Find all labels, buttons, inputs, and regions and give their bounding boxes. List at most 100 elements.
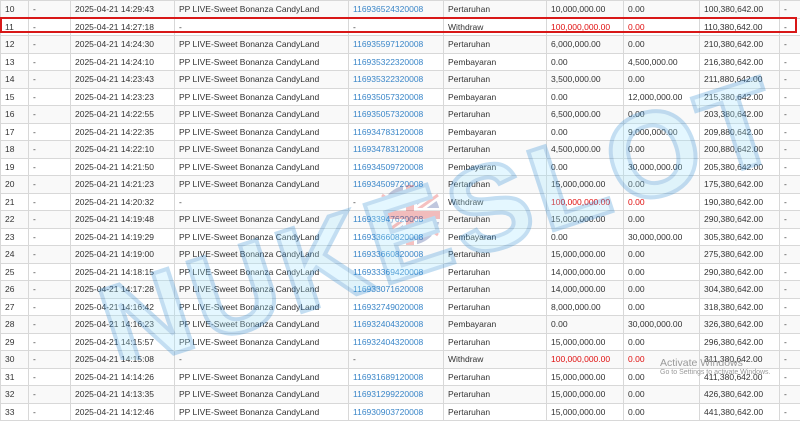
balance-cell: 175,380,642.00 [700, 176, 780, 194]
debit-amount-cell: 0.00 [547, 316, 624, 334]
table-row: 23-2025-04-21 14:19:29PP LIVE-Sweet Bona… [1, 228, 800, 246]
table-row: 27-2025-04-21 14:16:42PP LIVE-Sweet Bona… [1, 298, 800, 316]
transaction-id-link[interactable]: 116935322320008 [353, 74, 423, 84]
row-marker-cell: - [29, 176, 71, 194]
transaction-type-cell: Pertaruhan [444, 298, 547, 316]
transaction-id-link[interactable]: 116933369420008 [353, 267, 423, 277]
debit-amount-cell: 15,000,000.00 [547, 333, 624, 351]
timestamp-cell: 2025-04-21 14:24:10 [71, 53, 175, 71]
row-number-cell: 29 [1, 333, 29, 351]
transaction-id-link[interactable]: 116935597120008 [353, 39, 423, 49]
row-marker-cell: - [29, 316, 71, 334]
transaction-id-link[interactable]: 116934783120008 [353, 144, 423, 154]
balance-cell: 290,380,642.00 [700, 211, 780, 229]
transaction-id-cell: 116931299220008 [349, 386, 444, 404]
row-marker-cell: - [29, 246, 71, 264]
transaction-id-link[interactable]: 116935057320008 [353, 109, 423, 119]
row-marker-cell: - [29, 53, 71, 71]
credit-amount-cell: 9,000,000.00 [624, 123, 700, 141]
debit-amount-cell: 4,500,000.00 [547, 141, 624, 159]
row-marker-cell: - [29, 386, 71, 404]
transaction-id-link[interactable]: 116934783120008 [353, 127, 423, 137]
table-row: 13-2025-04-21 14:24:10PP LIVE-Sweet Bona… [1, 53, 800, 71]
timestamp-cell: 2025-04-21 14:19:48 [71, 211, 175, 229]
row-marker-cell: - [29, 71, 71, 89]
game-name-cell: PP LIVE-Sweet Bonanza CandyLand [175, 141, 349, 159]
transaction-id-cell: 116933947620008 [349, 211, 444, 229]
trailing-cell: - [780, 333, 800, 351]
row-marker-cell: - [29, 298, 71, 316]
credit-amount-cell: 0.00 [624, 386, 700, 404]
timestamp-cell: 2025-04-21 14:14:26 [71, 368, 175, 386]
transaction-id-link[interactable]: 116933660820008 [353, 232, 423, 242]
transaction-type-cell: Withdraw [444, 18, 547, 36]
row-number-cell: 18 [1, 141, 29, 159]
credit-amount-cell: 12,000,000.00 [624, 88, 700, 106]
timestamp-cell: 2025-04-21 14:16:42 [71, 298, 175, 316]
trailing-cell: - [780, 281, 800, 299]
trailing-cell: - [780, 246, 800, 264]
table-row: 11-2025-04-21 14:27:18--Withdraw100,000,… [1, 18, 800, 36]
transaction-type-cell: Pertaruhan [444, 246, 547, 264]
balance-cell: 205,380,642.00 [700, 158, 780, 176]
debit-amount-cell: 15,000,000.00 [547, 368, 624, 386]
row-number-cell: 17 [1, 123, 29, 141]
credit-amount-cell: 0.00 [624, 298, 700, 316]
row-marker-cell: - [29, 193, 71, 211]
transaction-id-link[interactable]: 116936524320008 [353, 4, 423, 14]
transaction-type-cell: Pertaruhan [444, 176, 547, 194]
game-name-cell: - [175, 351, 349, 369]
debit-amount-cell: 8,000,000.00 [547, 298, 624, 316]
trailing-cell: - [780, 193, 800, 211]
timestamp-cell: 2025-04-21 14:29:43 [71, 1, 175, 19]
debit-amount-cell: 14,000,000.00 [547, 263, 624, 281]
transaction-id-link[interactable]: 116935322320008 [353, 57, 423, 67]
credit-amount-cell: 0.00 [624, 368, 700, 386]
transaction-id-link[interactable]: 116931299220008 [353, 389, 423, 399]
transaction-id-link[interactable]: 116933947620008 [353, 214, 423, 224]
transaction-type-cell: Pertaruhan [444, 141, 547, 159]
balance-cell: 203,380,642.00 [700, 106, 780, 124]
transaction-id-link[interactable]: 116934509720008 [353, 162, 423, 172]
debit-amount-cell: 15,000,000.00 [547, 211, 624, 229]
table-row: 24-2025-04-21 14:19:00PP LIVE-Sweet Bona… [1, 246, 800, 264]
row-number-cell: 14 [1, 71, 29, 89]
transaction-type-cell: Pembayaran [444, 316, 547, 334]
balance-cell: 305,380,642.00 [700, 228, 780, 246]
transaction-id-link[interactable]: 116933660820008 [353, 249, 423, 259]
balance-cell: 311,380,642.00 [700, 351, 780, 369]
row-marker-cell: - [29, 228, 71, 246]
credit-amount-cell: 30,000,000.00 [624, 316, 700, 334]
transaction-id-link[interactable]: 116930903720008 [353, 407, 423, 417]
table-row: 29-2025-04-21 14:15:57PP LIVE-Sweet Bona… [1, 333, 800, 351]
timestamp-cell: 2025-04-21 14:15:08 [71, 351, 175, 369]
transaction-id-link[interactable]: 116931689120008 [353, 372, 423, 382]
row-number-cell: 31 [1, 368, 29, 386]
balance-cell: 275,380,642.00 [700, 246, 780, 264]
credit-amount-cell: 0.00 [624, 193, 700, 211]
row-marker-cell: - [29, 106, 71, 124]
balance-cell: 211,880,642.00 [700, 71, 780, 89]
transaction-id-cell: 116933369420008 [349, 263, 444, 281]
balance-cell: 209,880,642.00 [700, 123, 780, 141]
game-name-cell: PP LIVE-Sweet Bonanza CandyLand [175, 368, 349, 386]
transaction-id-cell: 116933071620008 [349, 281, 444, 299]
transaction-id-link[interactable]: 116932404320008 [353, 337, 423, 347]
row-number-cell: 24 [1, 246, 29, 264]
transaction-id-link[interactable]: 116932404320008 [353, 319, 423, 329]
transaction-id-link[interactable]: 116933071620008 [353, 284, 423, 294]
transaction-id-link[interactable]: 116934509720008 [353, 179, 423, 189]
balance-cell: 290,380,642.00 [700, 263, 780, 281]
debit-amount-cell: 0.00 [547, 53, 624, 71]
trailing-cell: - [780, 18, 800, 36]
game-name-cell: PP LIVE-Sweet Bonanza CandyLand [175, 53, 349, 71]
table-row: 30-2025-04-21 14:15:08--Withdraw100,000,… [1, 351, 800, 369]
transaction-id-link[interactable]: 116932749020008 [353, 302, 423, 312]
trailing-cell: - [780, 263, 800, 281]
row-number-cell: 19 [1, 158, 29, 176]
trailing-cell: - [780, 298, 800, 316]
game-name-cell: PP LIVE-Sweet Bonanza CandyLand [175, 176, 349, 194]
row-number-cell: 16 [1, 106, 29, 124]
table-row: 21-2025-04-21 14:20:32--Withdraw100,000,… [1, 193, 800, 211]
transaction-id-link[interactable]: 116935057320008 [353, 92, 423, 102]
